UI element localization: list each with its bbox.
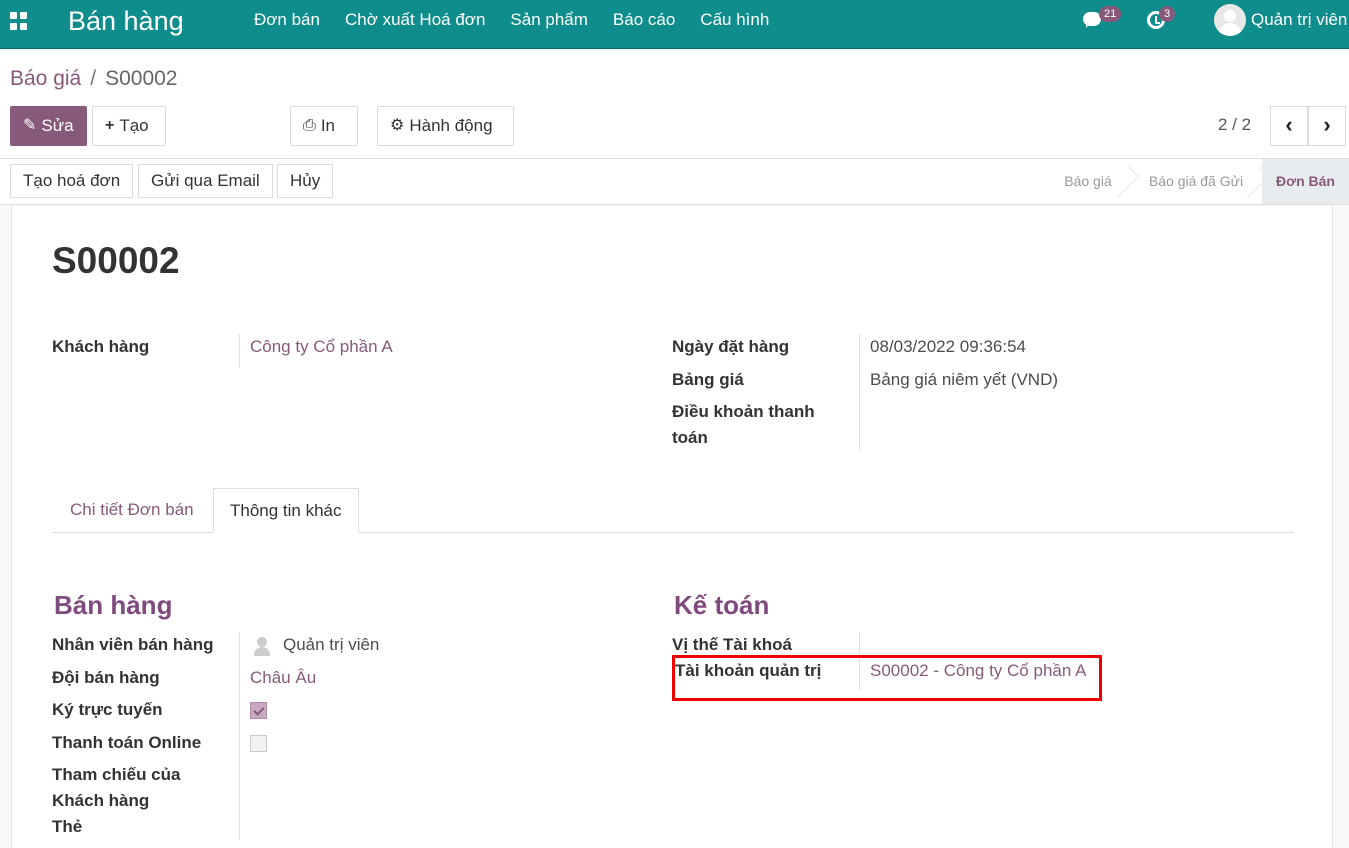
pager-value[interactable]: 2 / 2 <box>1218 115 1251 135</box>
stage-quotation-sent[interactable]: Báo giá đã Gửi <box>1136 159 1256 204</box>
breadcrumb-current: S00002 <box>105 67 178 90</box>
notebook-tabs: Chi tiết Đơn bán Thông tin khác <box>52 488 1294 533</box>
activities-count-badge: 3 <box>1159 6 1176 22</box>
form-sheet: S00002 Khách hàng Công ty Cổ phần A Ngày… <box>11 206 1333 848</box>
payment-terms-label: Điều khoản thanh <box>672 402 815 421</box>
send-email-button[interactable]: Gửi qua Email <box>138 164 273 198</box>
action-button-label: Hành động <box>409 116 493 135</box>
payment-terms-label-line2: toán <box>672 428 708 447</box>
pricelist-value: Bảng giá niêm yết (VND) <box>870 370 1059 389</box>
status-bar: Tạo hoá đơn Gửi qua Email Hủy Báo giá Bá… <box>0 159 1349 205</box>
menu-item-to-invoice[interactable]: Chờ xuất Hoá đơn <box>345 10 485 30</box>
chevron-left-icon: ‹ <box>1285 112 1293 137</box>
edit-button-label: Sửa <box>41 116 74 135</box>
field-divider <box>859 334 860 451</box>
create-invoice-button[interactable]: Tạo hoá đơn <box>10 164 134 198</box>
stage-sales-order: Đơn Bán <box>1262 159 1349 204</box>
print-button-label: In <box>320 116 335 135</box>
tab-other-info[interactable]: Thông tin khác <box>213 488 359 533</box>
messages-count-badge: 21 <box>1099 6 1122 22</box>
control-panel: Báo giá / S00002 ✎ Sửa + Tạo ⎙ In ⚙ Hành… <box>0 49 1349 159</box>
order-date-label: Ngày đặt hàng <box>672 337 790 356</box>
action-button[interactable]: ⚙ Hành động <box>377 106 514 146</box>
field-divider <box>239 632 240 840</box>
online-signature-label: Ký trực tuyến <box>52 700 163 719</box>
app-title[interactable]: Bán hàng <box>68 5 184 37</box>
customer-label: Khách hàng <box>52 337 150 356</box>
plus-icon: + <box>105 117 115 134</box>
pager-previous-button[interactable]: ‹ <box>1270 106 1308 146</box>
tags-label: Thẻ <box>52 817 83 836</box>
sales-section-title: Bán hàng <box>54 590 173 620</box>
pager-next-button[interactable]: › <box>1308 106 1346 146</box>
accounting-section-title: Kế toán <box>674 590 770 620</box>
online-signature-checkbox[interactable] <box>250 702 267 719</box>
chevron-right-icon: › <box>1323 112 1331 137</box>
online-payment-label: Thanh toán Online <box>52 733 202 752</box>
breadcrumb: Báo giá / S00002 <box>10 66 177 92</box>
customer-reference-label-line2: Khách hàng <box>52 791 150 810</box>
create-button-label: Tạo <box>119 116 149 135</box>
salesperson-label: Nhân viên bán hàng <box>52 635 214 654</box>
edit-button[interactable]: ✎ Sửa <box>10 106 87 146</box>
pricelist-label: Bảng giá <box>672 370 744 389</box>
user-icon <box>252 636 272 656</box>
customer-link[interactable]: Công ty Cổ phần A <box>250 334 393 360</box>
gear-icon: ⚙ <box>390 117 405 134</box>
sales-team-label: Đội bán hàng <box>52 668 160 687</box>
avatar[interactable] <box>1214 4 1246 36</box>
order-date-value: 08/03/2022 09:36:54 <box>870 337 1026 356</box>
customer-reference-label: Tham chiếu của <box>52 765 181 784</box>
menu-item-orders[interactable]: Đơn bán <box>254 10 320 30</box>
online-payment-checkbox[interactable] <box>250 735 267 752</box>
salesperson-value[interactable]: Quản trị viên <box>283 632 379 658</box>
tab-order-lines[interactable]: Chi tiết Đơn bán <box>54 488 210 533</box>
user-menu[interactable]: Quản trị viên <box>1251 10 1347 30</box>
page-title: S00002 <box>52 240 180 281</box>
print-button[interactable]: ⎙ In <box>290 106 358 146</box>
pencil-icon: ✎ <box>23 117 37 134</box>
top-navbar: Bán hàng Đơn bán Chờ xuất Hoá đơn Sản ph… <box>0 0 1349 49</box>
menu-item-configuration[interactable]: Cấu hình <box>700 10 769 30</box>
field-divider <box>239 334 240 368</box>
cancel-button[interactable]: Hủy <box>277 164 334 198</box>
create-button[interactable]: + Tạo <box>92 106 166 146</box>
highlight-annotation-box <box>672 655 1102 701</box>
apps-menu-icon[interactable] <box>10 12 28 30</box>
sales-team-link[interactable]: Châu Âu <box>250 665 316 691</box>
menu-item-products[interactable]: Sản phẩm <box>510 10 588 30</box>
breadcrumb-separator: / <box>90 67 97 90</box>
main-menu: Đơn bán Chờ xuất Hoá đơn Sản phẩm Báo cá… <box>254 10 794 30</box>
menu-item-reporting[interactable]: Báo cáo <box>613 10 675 30</box>
breadcrumb-quotations-link[interactable]: Báo giá <box>10 66 81 92</box>
printer-icon: ⎙ <box>303 117 316 134</box>
